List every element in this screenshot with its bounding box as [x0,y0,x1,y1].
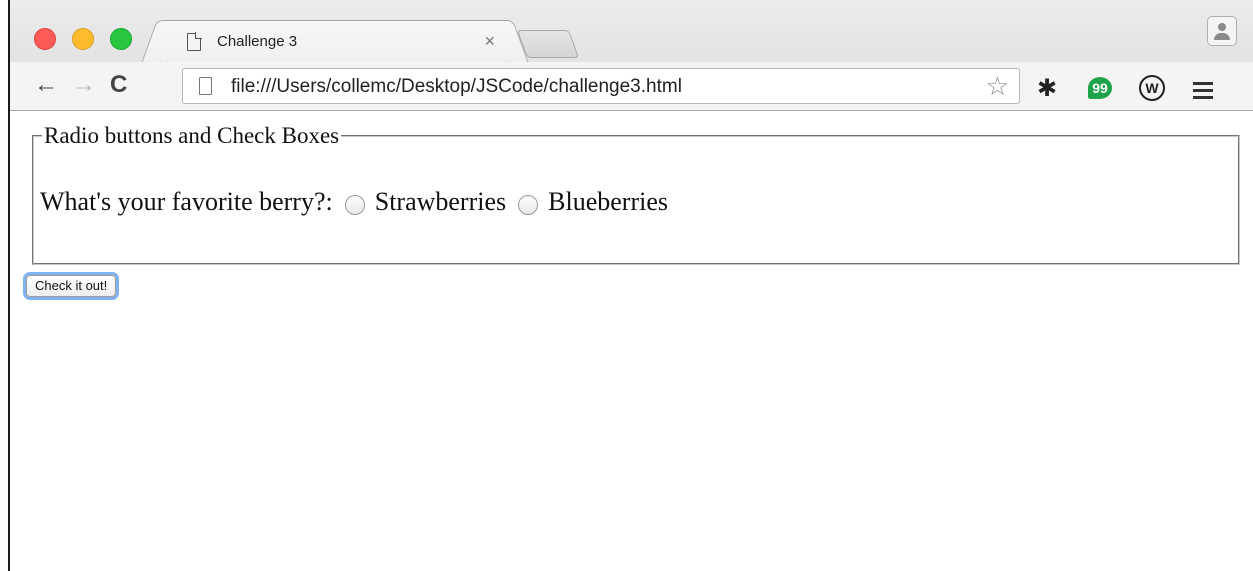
strawberries-radio[interactable] [344,195,365,215]
settings-gear-icon[interactable]: ✱ [1037,74,1057,102]
tab-challenge-3[interactable]: Challenge 3 × [160,20,510,62]
close-tab-icon[interactable]: × [484,31,495,52]
browser-chrome: Challenge 3 × ← → C file:///Users/collem… [10,0,1253,111]
w-extension-icon[interactable]: W [1139,75,1165,101]
title-bar: Challenge 3 × [10,0,1253,62]
browser-window: Challenge 3 × ← → C file:///Users/collem… [8,0,1253,571]
berry-question-row: What's your favorite berry?: Strawberrie… [40,187,668,217]
url-text[interactable]: file:///Users/collemc/Desktop/JSCode/cha… [231,76,682,98]
bookmark-star-icon[interactable]: ☆ [986,71,1009,102]
check-it-out-button[interactable]: Check it out! [26,275,117,297]
fieldset-legend: Radio buttons and Check Boxes [44,123,340,148]
blueberries-label[interactable]: Blueberries [548,187,668,217]
page-icon [187,33,201,51]
user-icon [1218,23,1226,31]
page-icon [199,77,212,95]
chat-extension-icon[interactable]: 99 [1088,77,1112,99]
tab-title: Challenge 3 [217,33,298,50]
zoom-window-button[interactable] [110,28,132,50]
close-window-button[interactable] [34,28,56,50]
strawberries-label[interactable]: Strawberries [375,187,506,217]
page-content: Radio buttons and Check Boxes What's you… [10,111,1253,571]
blueberries-radio[interactable] [518,195,539,215]
back-button[interactable]: ← [34,70,58,100]
question-label: What's your favorite berry?: [40,187,333,216]
address-bar[interactable]: file:///Users/collemc/Desktop/JSCode/cha… [182,68,1020,104]
hamburger-menu-icon[interactable] [1190,76,1216,104]
new-tab-button[interactable] [516,30,580,58]
browser-toolbar: ← → C file:///Users/collemc/Desktop/JSCo… [10,62,1253,110]
forward-button[interactable]: → [72,70,96,100]
profile-button[interactable] [1207,16,1237,46]
reload-button[interactable]: C [110,70,127,100]
minimize-window-button[interactable] [72,28,94,50]
